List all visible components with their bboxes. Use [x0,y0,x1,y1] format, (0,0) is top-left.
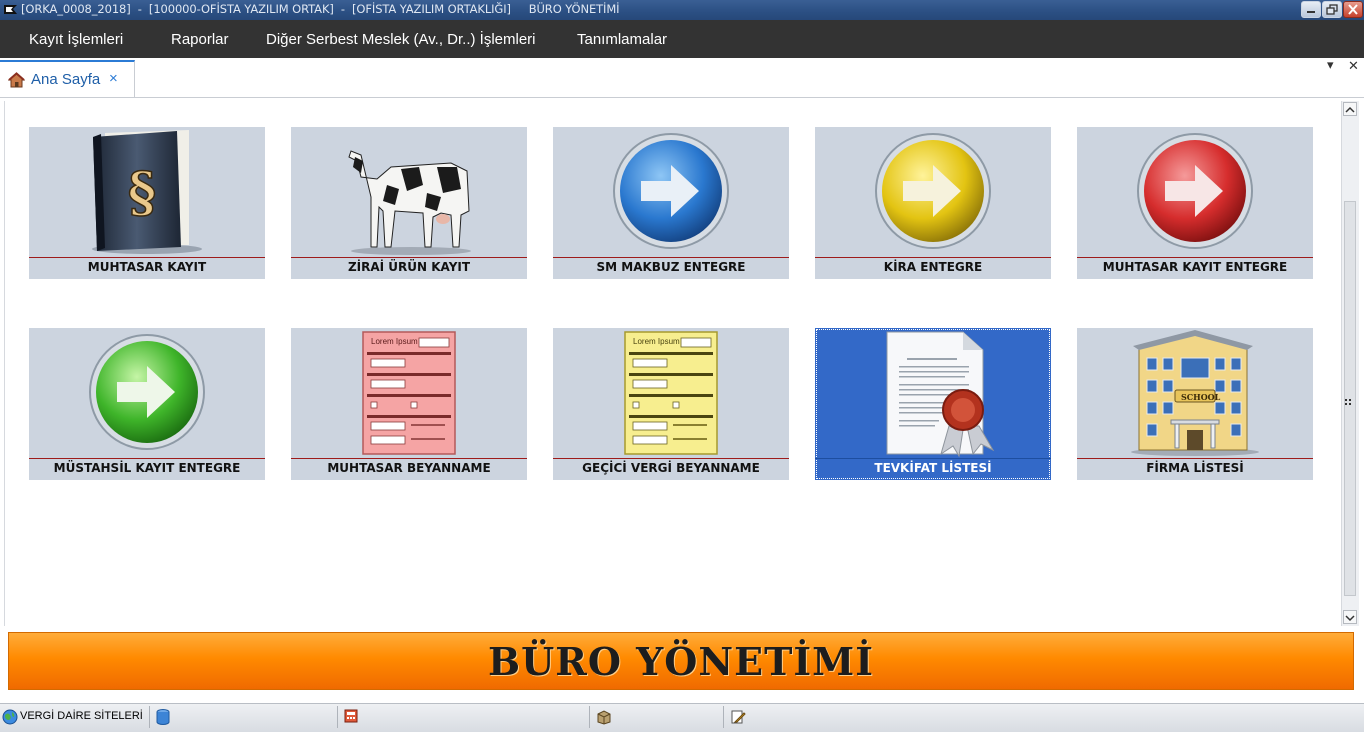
tile-muhtasar-kayit-entegre[interactable]: MUHTASAR KAYIT ENTEGRE [1077,127,1313,279]
tile-divider [1077,257,1313,258]
chevron-down-icon [1345,615,1355,622]
tile-gecici-vergi-beyanname[interactable]: Lorem Ipsum GEÇİCİ VERGİ BEYANNAME [553,328,789,480]
tab-label: Ana Sayfa [31,71,101,88]
tile-label: MUHTASAR BEYANNAME [327,461,491,475]
home-icon [8,72,25,88]
status-vergi-daire-siteleri[interactable]: VERGİ DAİRE SİTELERİ [0,706,150,728]
tile-divider [29,458,265,459]
archive-box-icon [597,710,611,725]
splitter-grip-icon[interactable] [1344,398,1354,408]
tab-ana-sayfa[interactable]: Ana Sayfa × [0,60,135,97]
red-arrow-icon [1137,133,1253,249]
database-icon [156,709,170,725]
tile-firma-listesi[interactable]: SCHOOL FİRMA LİSTESİ [1077,328,1313,480]
tile-label: TEVKİFAT LİSTESİ [874,461,992,475]
menu-raporlar[interactable]: Raporlar [171,31,229,48]
tile-kira-entegre[interactable]: KİRA ENTEGRE [815,127,1051,279]
tile-muhtasar-beyanname[interactable]: Lorem Ipsum MUHTASAR BEYANNAME [291,328,527,480]
tile-label: MÜSTAHSİL KAYIT ENTEGRE [53,461,241,475]
tile-divider [291,257,527,258]
tile-label: KİRA ENTEGRE [883,260,983,274]
status-archive-panel[interactable] [592,706,724,728]
chevron-up-icon [1345,106,1355,113]
tile-divider [29,257,265,258]
tab-close-button[interactable]: × [109,70,118,87]
certificate-icon [886,331,995,458]
tile-divider [815,458,1051,459]
yellow-form-icon: Lorem Ipsum [553,328,789,458]
tile-divider [553,458,789,459]
minimize-icon [1307,11,1315,13]
tile-mustahsil-kayit-entegre[interactable]: MÜSTAHSİL KAYIT ENTEGRE [29,328,265,480]
tile-label: SM MAKBUZ ENTEGRE [596,260,746,274]
menu-tanimlamalar[interactable]: Tanımlamalar [577,31,667,48]
tile-label: GEÇİCİ VERGİ BEYANNAME [582,461,760,475]
menu-diger-serbest-meslek[interactable]: Diğer Serbest Meslek (Av., Dr..) İşlemle… [266,31,536,48]
tile-zirai-urun-kayit[interactable]: ZİRAİ ÜRÜN KAYIT [291,127,527,279]
tile-muhtasar-kayit[interactable]: § MUHTASAR KAYIT [29,127,265,279]
tile-label: MUHTASAR KAYIT [87,260,207,274]
tile-tevkifat-listesi[interactable]: TEVKİFAT LİSTESİ [815,328,1051,480]
tile-sm-makbuz-entegre[interactable]: SM MAKBUZ ENTEGRE [553,127,789,279]
form-heading: Lorem Ipsum [371,337,418,346]
school-sign-text: SCHOOL [1181,392,1221,402]
tile-divider [553,257,789,258]
window-title-bar: [ORKA_0008_2018] - [100000-OFİSTA YAZILI… [0,0,1364,20]
tile-divider [815,257,1051,258]
globe-icon [2,709,18,725]
status-calculator-panel[interactable] [340,706,590,728]
school-building-icon: SCHOOL [1077,328,1313,458]
restore-icon [1326,4,1338,15]
restore-button[interactable] [1322,1,1342,18]
close-all-tabs-button[interactable]: ✕ [1348,58,1359,74]
tile-label: MUHTASAR KAYIT ENTEGRE [1102,260,1288,274]
close-window-button[interactable] [1343,1,1363,18]
status-database-panel[interactable] [152,706,338,728]
edit-note-icon [731,710,746,724]
main-menu-bar: Kayıt İşlemleri Raporlar Diğer Serbest M… [0,20,1364,58]
app-logo-icon [4,5,17,14]
tile-label: FİRMA LİSTESİ [1146,461,1244,475]
tab-strip: Ana Sayfa × ▾ ✕ [0,57,1364,98]
status-notes-panel[interactable] [726,706,1364,728]
blue-arrow-icon [613,133,729,249]
tile-divider [291,458,527,459]
svg-text:§: § [128,160,156,224]
yellow-arrow-icon [875,133,991,249]
tile-label: ZİRAİ ÜRÜN KAYIT [347,260,471,274]
calculator-icon [344,709,358,723]
menu-kayit-islemleri[interactable]: Kayıt İşlemleri [29,31,123,48]
buro-yonetimi-banner: BÜRO YÖNETİMİ [8,632,1354,690]
vertical-scrollbar[interactable] [1341,101,1359,626]
scroll-up-button[interactable] [1343,102,1357,116]
green-arrow-icon [89,334,205,450]
law-book-icon: § [92,130,202,254]
close-icon [1348,4,1358,15]
status-bar: VERGİ DAİRE SİTELERİ [0,703,1364,732]
scroll-down-button[interactable] [1343,610,1357,624]
status-label: VERGİ DAİRE SİTELERİ [20,710,143,722]
banner-title: BÜRO YÖNETİMİ [488,639,874,684]
window-title: [ORKA_0008_2018] - [100000-OFİSTA YAZILI… [21,2,620,16]
red-form-icon: Lorem Ipsum [291,328,527,458]
tab-list-dropdown[interactable]: ▾ [1327,57,1334,73]
tile-divider [1077,458,1313,459]
form-heading: Lorem Ipsum [633,337,680,346]
minimize-button[interactable] [1301,1,1321,18]
cow-icon [348,150,471,255]
